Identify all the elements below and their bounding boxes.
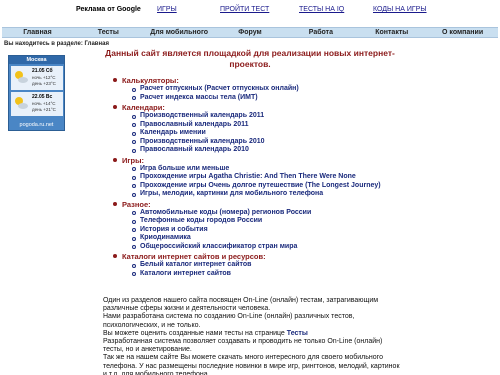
sun-cloud-icon (13, 69, 29, 85)
circle-bullet-icon (132, 228, 136, 232)
nav-item-about-company[interactable]: О компании (427, 28, 498, 37)
weather-city: Москва (9, 56, 64, 64)
bullet-icon (113, 157, 117, 162)
game-codes-link[interactable]: КОДЫ НА ИГРЫ (373, 6, 427, 13)
circle-bullet-icon (132, 245, 136, 249)
circle-bullet-icon (132, 272, 136, 276)
link-calendar-item[interactable]: Православный календарь 2011 (132, 121, 442, 130)
link-misc-item[interactable]: Автомобильные коды (номера) регионов Рос… (132, 209, 442, 218)
link-bmi-calc[interactable]: Расчет индекса массы тела (ИМТ) (132, 94, 442, 103)
link-calendar-item[interactable]: Производственный календарь 2011 (132, 112, 442, 121)
weather-widget[interactable]: Москва 21.05 Сб ночь +12°C день +23°C 22… (8, 55, 65, 131)
weather-day-2: 22.05 Вс ночь +14°C день +21°C (11, 92, 63, 116)
link-game-item[interactable]: Прохождение игры Очень долгое путешестви… (132, 182, 442, 191)
circle-bullet-icon (132, 96, 136, 100)
link-misc-item[interactable]: Телефонные коды городов России (132, 217, 442, 226)
main-navbar: Главная Тесты Для мобильного Форум Работ… (2, 27, 498, 38)
circle-bullet-icon (132, 175, 136, 180)
circle-bullet-icon (132, 263, 136, 268)
sections-list: Калькуляторы: Расчет отпускных (Расчет о… (112, 76, 442, 279)
weather-source-link[interactable]: pogoda.ru.net (9, 120, 64, 130)
link-misc-item[interactable]: Криодинамика (132, 234, 442, 243)
link-game-item[interactable]: Игра больше или меньше (132, 165, 442, 174)
nav-item-work[interactable]: Работа (285, 28, 356, 37)
circle-bullet-icon (132, 87, 136, 92)
weather-day-2-day: день +21°C (32, 107, 56, 112)
nav-item-tests[interactable]: Тесты (73, 28, 144, 37)
circle-bullet-icon (132, 219, 136, 224)
games-link[interactable]: ИГРЫ (157, 6, 177, 13)
sun-cloud-icon (13, 95, 29, 111)
circle-bullet-icon (132, 192, 136, 197)
circle-bullet-icon (132, 167, 136, 171)
section-title: Калькуляторы: (122, 76, 179, 85)
nav-item-mobile[interactable]: Для мобильного (144, 28, 215, 37)
section-title: Разное: (122, 199, 151, 209)
weather-day-2-night: ночь +14°C (32, 101, 56, 106)
breadcrumb-label: Вы находитесь в разделе: (4, 41, 83, 47)
breadcrumb-current: Главная (84, 41, 109, 47)
link-calendar-item[interactable]: Производственный календарь 2010 (132, 138, 442, 147)
weather-day-2-date: 22.05 Вс (32, 94, 53, 100)
circle-bullet-icon (132, 131, 136, 136)
section-calendars: Календари: Производственный календарь 20… (112, 103, 442, 155)
section-games: Игры: Игра больше или меньше Прохождение… (112, 156, 442, 199)
take-test-link[interactable]: ПРОЙТИ ТЕСТ (220, 6, 269, 13)
section-misc: Разное: Автомобильные коды (номера) реги… (112, 200, 442, 252)
circle-bullet-icon (132, 148, 136, 153)
ads-by-google-link[interactable]: Реклама от Google (76, 6, 141, 13)
bullet-icon (113, 201, 117, 206)
section-calculators: Калькуляторы: Расчет отпускных (Расчет о… (112, 76, 442, 102)
link-game-item[interactable]: Игры, мелодии, картинки для мобильного т… (132, 190, 442, 199)
about-paragraph: Вы можете оценить созданные нами тесты н… (103, 329, 308, 337)
link-catalog-item[interactable]: Каталоги интернет сайтов (132, 270, 442, 279)
link-misc-item[interactable]: Общероссийский классификатор стран мира (132, 243, 442, 252)
top-links: Реклама от Google ИГРЫ ПРОЙТИ ТЕСТ ТЕСТЫ… (0, 6, 500, 18)
link-calendar-item[interactable]: Календарь имении (132, 129, 442, 138)
about-paragraph: Разработанная система позволяет создават… (103, 338, 383, 354)
weather-day-1-night: ночь +12°C (32, 75, 56, 80)
circle-bullet-icon (132, 184, 136, 188)
page-headline: Данный сайт является площадкой для реали… (105, 48, 395, 69)
circle-bullet-icon (132, 140, 136, 144)
circle-bullet-icon (132, 211, 136, 215)
about-text: Один из разделов нашего сайта посвящен O… (103, 297, 403, 375)
link-vacation-calc[interactable]: Расчет отпускных (Расчет отпускных онлай… (132, 85, 442, 94)
bullet-icon (113, 254, 117, 258)
bullet-icon (113, 105, 117, 109)
link-calendar-item[interactable]: Православный календарь 2010 (132, 146, 442, 155)
tests-link[interactable]: Тесты (287, 330, 308, 337)
link-catalog-item[interactable]: Белый каталог интернет сайтов (132, 261, 442, 270)
section-title: Календари: (122, 103, 165, 112)
nav-item-home[interactable]: Главная (2, 28, 73, 37)
about-paragraph: Так же на нашем сайте Вы можете скачать … (103, 354, 400, 375)
bullet-icon (113, 78, 117, 82)
weather-day-1-date: 21.05 Сб (32, 68, 53, 74)
link-game-item[interactable]: Прохождение игры Agatha Christie: And Th… (132, 173, 442, 182)
section-catalogs: Каталоги интернет сайтов и ресурсов: Бел… (112, 252, 442, 278)
nav-item-contacts[interactable]: Контакты (356, 28, 427, 37)
circle-bullet-icon (132, 114, 136, 119)
iq-tests-link[interactable]: ТЕСТЫ НА IQ (299, 6, 344, 13)
about-paragraph: Нами разработана система по созданию On-… (103, 313, 355, 329)
circle-bullet-icon (132, 123, 136, 127)
weather-day-1: 21.05 Сб ночь +12°C день +23°C (11, 66, 63, 90)
section-title: Каталоги интернет сайтов и ресурсов: (122, 252, 266, 261)
circle-bullet-icon (132, 236, 136, 241)
about-paragraph: Один из разделов нашего сайта посвящен O… (103, 297, 379, 313)
link-misc-item[interactable]: История и события (132, 226, 442, 235)
nav-item-forum[interactable]: Форум (215, 28, 286, 37)
breadcrumb: Вы находитесь в разделе: Главная (4, 41, 109, 47)
section-title: Игры: (122, 155, 144, 165)
weather-day-1-day: день +23°C (32, 81, 56, 86)
